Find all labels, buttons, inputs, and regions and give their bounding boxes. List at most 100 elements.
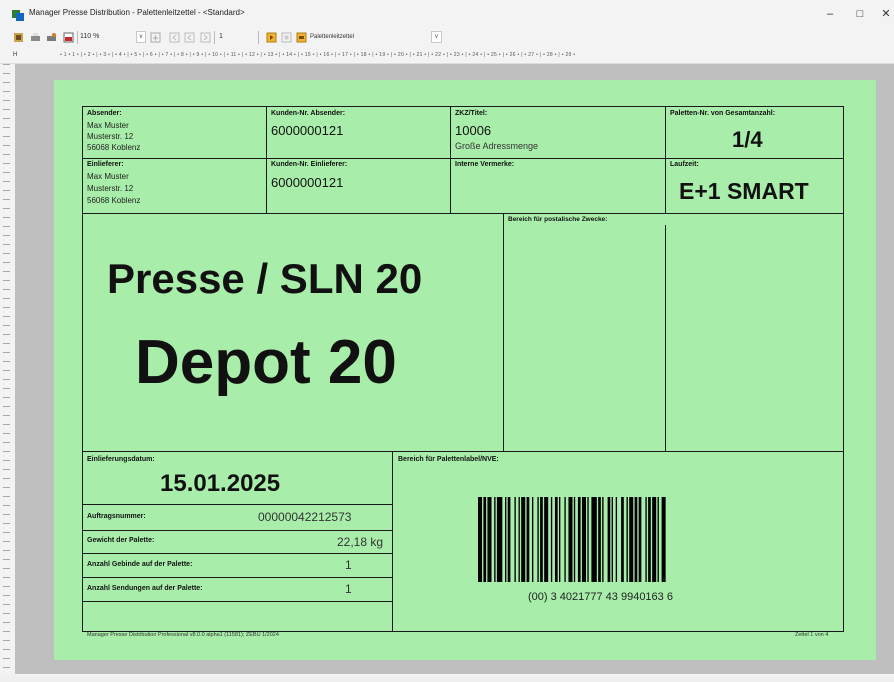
- minimize-icon[interactable]: –: [818, 6, 842, 22]
- barcode-bar: [581, 497, 586, 582]
- zkz-label: ZKZ/Titel:: [455, 110, 488, 117]
- close-icon[interactable]: ✕: [874, 6, 894, 22]
- absender-city: 56068 Koblenz: [87, 143, 141, 152]
- report-name: Palettenleitzettel: [310, 34, 355, 40]
- print-icon[interactable]: [30, 31, 41, 44]
- barcode-text: (00) 3 4021777 43 9940163 6: [528, 591, 673, 603]
- first-page-icon[interactable]: [169, 31, 180, 44]
- sendungen-label: Anzahl Sendungen auf der Palette:: [87, 585, 203, 592]
- barcode: [478, 497, 666, 582]
- einlieferungsdatum-value: 15.01.2025: [160, 470, 281, 497]
- barcode-bar: [621, 497, 624, 582]
- previous-page-icon[interactable]: [184, 31, 195, 44]
- gewicht-value: 22,18 kg: [337, 535, 384, 549]
- zoom-fit-icon[interactable]: [150, 31, 161, 44]
- ruler-ticks: • 1 • 1 • | • 2 • | • 3 • | • 4 • | • 5 …: [60, 52, 576, 58]
- destination-line2: Depot 20: [135, 328, 397, 397]
- title-bar: Manager Presse Distribution - Palettenle…: [0, 0, 894, 28]
- paletten-value: 1/4: [732, 127, 763, 152]
- barcode-bar: [521, 497, 526, 582]
- barcode-bar: [526, 497, 530, 582]
- barcode-bar: [550, 497, 553, 582]
- postal-area-label: Bereich für postalische Zwecke:: [508, 216, 608, 223]
- kunden-absender-value: 6000000121: [271, 123, 344, 138]
- einlieferer-city: 56068 Koblenz: [87, 196, 141, 205]
- chevron-down-icon[interactable]: ∨: [431, 31, 442, 43]
- interne-vermerke-label: Interne Vermerke:: [455, 161, 515, 168]
- zoom-select[interactable]: 110 % ∨: [80, 31, 146, 43]
- einlieferer-name: Max Muster: [87, 172, 129, 181]
- barcode-bar: [629, 497, 634, 582]
- next-page-icon[interactable]: [200, 31, 211, 44]
- barcode-bar: [496, 497, 503, 582]
- barcode-bar: [505, 497, 507, 582]
- report-icon[interactable]: [296, 31, 307, 44]
- window-title: Manager Presse Distribution - Palettenle…: [29, 8, 245, 17]
- barcode-bar: [657, 497, 659, 582]
- zkz-subtitle: Große Adressmenge: [455, 141, 539, 151]
- gewicht-label: Gewicht der Palette:: [87, 537, 155, 544]
- barcode-bar: [591, 497, 597, 582]
- barcode-bar: [487, 497, 492, 582]
- horizontal-ruler: H • 1 • 1 • | • 2 • | • 3 • | • 4 • | • …: [0, 49, 894, 64]
- laufzeit-value: E+1 SMART: [679, 178, 809, 204]
- barcode-bar: [507, 497, 511, 582]
- report-select[interactable]: Palettenleitzettel ∨: [310, 31, 442, 43]
- barcode-bar: [634, 497, 638, 582]
- barcode-bar: [537, 497, 539, 582]
- barcode-bar: [661, 497, 666, 582]
- status-bar: [0, 676, 894, 682]
- barcode-bar: [540, 497, 543, 582]
- barcode-bar: [518, 497, 520, 582]
- nve-label: Bereich für Palettenlabel/NVE:: [398, 456, 499, 463]
- einlieferungsdatum-label: Einlieferungsdatum:: [87, 456, 155, 463]
- zkz-value: 10006: [455, 123, 492, 138]
- app-icon: [12, 10, 24, 21]
- barcode-bar: [607, 497, 611, 582]
- barcode-bar: [577, 497, 581, 582]
- barcode-bar: [564, 497, 566, 582]
- sendungen-value: 1: [345, 582, 352, 596]
- kunden-absender-label: Kunden-Nr. Absender:: [271, 110, 346, 117]
- barcode-bar: [598, 497, 601, 582]
- export-icon[interactable]: [63, 31, 74, 44]
- barcode-bar: [615, 497, 618, 582]
- barcode-bar: [478, 497, 483, 582]
- maximize-icon[interactable]: □: [848, 6, 872, 22]
- barcode-bar: [573, 497, 576, 582]
- gebinde-value: 1: [345, 558, 352, 572]
- vertical-ruler: [0, 64, 14, 674]
- footer-version: Manager Presse Distribution Professional…: [87, 632, 279, 638]
- page-number-input[interactable]: 1: [219, 31, 223, 43]
- barcode-bar: [532, 497, 534, 582]
- print-setup-icon[interactable]: [46, 31, 57, 44]
- barcode-bar: [568, 497, 573, 582]
- chevron-down-icon[interactable]: ∨: [136, 31, 146, 43]
- barcode-bar: [602, 497, 604, 582]
- barcode-bar: [648, 497, 651, 582]
- settings-icon[interactable]: [13, 31, 24, 44]
- barcode-bar: [638, 497, 642, 582]
- barcode-bar: [483, 497, 487, 582]
- absender-name: Max Muster: [87, 121, 129, 130]
- footer-page: Zettel 1 von 4: [795, 632, 829, 638]
- barcode-bar: [587, 497, 589, 582]
- barcode-bar: [611, 497, 613, 582]
- barcode-bar: [514, 497, 516, 582]
- destination-line1: Presse / SLN 20: [107, 255, 423, 302]
- absender-label: Absender:: [87, 110, 122, 117]
- barcode-bar: [652, 497, 657, 582]
- absender-street: Musterstr. 12: [87, 132, 134, 141]
- kunden-einlieferer-label: Kunden-Nr. Einlieferer:: [271, 161, 348, 168]
- laufzeit-label: Laufzeit:: [670, 161, 699, 168]
- einlieferer-label: Einlieferer:: [87, 161, 124, 168]
- barcode-bar: [554, 497, 558, 582]
- paletten-label: Paletten-Nr. von Gesamtanzahl:: [670, 110, 776, 117]
- toolbar: 110 % ∨ 1 Palettenleitzettel ∨: [0, 28, 894, 47]
- kunden-einlieferer-value: 6000000121: [271, 175, 344, 190]
- gebinde-label: Anzahl Gebinde auf der Palette:: [87, 561, 193, 568]
- barcode-bar: [645, 497, 647, 582]
- auftragsnummer-label: Auftragsnummer:: [87, 513, 146, 520]
- stop-icon[interactable]: [281, 31, 292, 44]
- run-icon[interactable]: [266, 31, 277, 44]
